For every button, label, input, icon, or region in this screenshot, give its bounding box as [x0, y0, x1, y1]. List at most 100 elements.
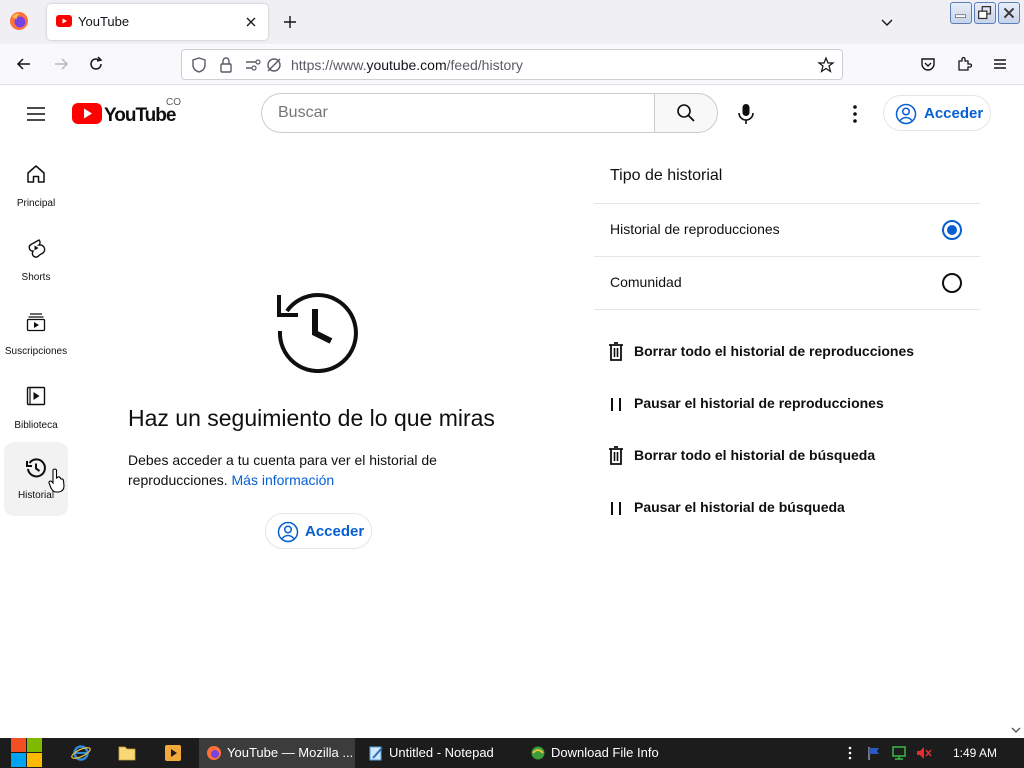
tab-title: YouTube	[78, 14, 130, 29]
start-button[interactable]	[10, 738, 44, 768]
empty-state-description: Debes acceder a tu cuenta para ver el hi…	[128, 450, 458, 490]
subscriptions-icon	[26, 313, 46, 332]
taskbar-item-label: YouTube — Mozilla ...	[227, 745, 354, 760]
tracking-shield-icon[interactable]	[190, 56, 208, 74]
browser-nav-bar: https://www.youtube.com/feed/history	[0, 44, 1024, 85]
forward-icon[interactable]	[52, 55, 70, 73]
lock-icon[interactable]	[217, 56, 235, 74]
media-player-icon[interactable]	[164, 744, 182, 762]
taskbar-item-firefox[interactable]: YouTube — Mozilla ...	[199, 738, 355, 768]
search-input[interactable]	[278, 104, 638, 122]
hand-cursor-icon	[48, 468, 65, 493]
url-path: /feed/history	[446, 57, 523, 73]
history-large-icon	[277, 293, 358, 373]
url-host: youtube.com	[366, 57, 447, 73]
divider	[594, 309, 980, 310]
history-icon	[26, 458, 46, 478]
url-prefix: https://www.	[291, 57, 367, 73]
internet-explorer-icon[interactable]	[71, 744, 91, 762]
more-info-link[interactable]: Más información	[232, 472, 335, 488]
action-label: Pausar el historial de reproducciones	[634, 395, 884, 411]
radio-selected[interactable]	[942, 220, 962, 240]
close-tab-icon[interactable]	[243, 14, 259, 30]
account-icon	[277, 521, 299, 543]
close-window-button[interactable]	[998, 2, 1020, 24]
svg-text:YouTube: YouTube	[104, 105, 176, 126]
option-label: Comunidad	[610, 274, 682, 290]
trash-icon	[609, 446, 623, 465]
guide-item-shorts[interactable]: Shorts	[4, 224, 68, 298]
extensions-icon[interactable]	[955, 55, 973, 73]
empty-state-signin-label: Acceder	[305, 523, 365, 540]
radio-unselected[interactable]	[942, 273, 962, 293]
action-center-flag-icon[interactable]	[866, 745, 882, 761]
search-box[interactable]	[261, 93, 655, 133]
option-watch-history[interactable]: Historial de reproducciones	[594, 204, 980, 256]
option-label: Historial de reproducciones	[610, 221, 780, 237]
windows-taskbar: YouTube — Mozilla ... Untitled - Notepad…	[0, 738, 1024, 768]
minimize-window-button[interactable]	[950, 2, 972, 24]
guide-label: Shorts	[21, 272, 51, 283]
tray-overflow-icon[interactable]	[847, 745, 853, 761]
more-options-icon[interactable]	[845, 103, 865, 125]
taskbar-item-notepad[interactable]: Untitled - Notepad	[361, 738, 517, 768]
action-label: Borrar todo el historial de reproduccion…	[634, 343, 915, 359]
pause-icon	[611, 398, 621, 411]
microphone-icon[interactable]	[736, 103, 756, 125]
app-menu-icon[interactable]	[991, 55, 1009, 73]
permissions-icon[interactable]	[244, 56, 264, 74]
taskbar-clock: 1:49 AM	[953, 746, 998, 760]
pause-icon	[611, 502, 621, 515]
masthead-signin-button[interactable]: Acceder	[883, 95, 991, 131]
address-bar[interactable]: https://www.youtube.com/feed/history	[181, 49, 843, 80]
restore-window-button[interactable]	[974, 2, 996, 24]
youtube-favicon-icon	[56, 15, 72, 27]
search-button[interactable]	[654, 93, 718, 133]
pocket-icon[interactable]	[919, 55, 937, 73]
guide-label: Biblioteca	[14, 420, 58, 431]
home-icon	[27, 165, 45, 183]
empty-state-signin-button[interactable]: Acceder	[265, 513, 372, 549]
search-icon	[677, 104, 695, 122]
panel-title: Tipo de historial	[610, 167, 723, 184]
file-explorer-icon[interactable]	[118, 745, 136, 761]
bookmark-star-icon[interactable]	[817, 56, 835, 74]
guide-menu-icon[interactable]	[26, 104, 46, 124]
notepad-icon	[369, 746, 383, 761]
clear-watch-history-button[interactable]: Borrar todo el historial de reproduccion…	[608, 340, 978, 364]
masthead-signin-label: Acceder	[924, 105, 984, 122]
list-all-tabs-icon[interactable]	[879, 14, 895, 30]
url-text: https://www.youtube.com/feed/history	[291, 57, 523, 73]
clear-search-history-button[interactable]: Borrar todo el historial de búsqueda	[608, 444, 978, 468]
browser-tab-youtube[interactable]: YouTube	[47, 4, 268, 40]
network-icon[interactable]	[891, 745, 907, 761]
action-label: Borrar todo el historial de búsqueda	[634, 447, 876, 463]
volume-muted-icon[interactable]	[915, 745, 933, 761]
close-icon	[1003, 7, 1015, 19]
library-icon	[26, 386, 46, 406]
shorts-icon	[28, 239, 46, 258]
pause-search-history-button[interactable]: Pausar el historial de búsqueda	[608, 496, 978, 520]
youtube-masthead: YouTube CO Acceder	[0, 86, 1010, 142]
guide-item-principal[interactable]: Principal	[4, 150, 68, 224]
firefox-menu-icon[interactable]	[9, 11, 29, 31]
action-label: Pausar el historial de búsqueda	[634, 499, 845, 515]
download-file-info-icon	[531, 746, 545, 760]
option-community[interactable]: Comunidad	[594, 257, 980, 309]
taskbar-item-label: Download File Info	[551, 745, 659, 760]
reload-icon[interactable]	[87, 55, 105, 73]
scroll-down-icon[interactable]	[1010, 724, 1022, 736]
autoplay-blocked-icon[interactable]	[265, 56, 283, 74]
guide-item-suscripciones[interactable]: Suscripciones	[4, 298, 68, 372]
back-icon[interactable]	[15, 55, 33, 73]
taskbar-item-download-file-info[interactable]: Download File Info	[523, 738, 679, 768]
pause-watch-history-button[interactable]: Pausar el historial de reproducciones	[608, 392, 978, 416]
browser-tab-strip: YouTube	[0, 0, 1024, 44]
guide-item-biblioteca[interactable]: Biblioteca	[4, 372, 68, 446]
country-code: CO	[166, 97, 181, 108]
account-icon	[895, 103, 917, 125]
new-tab-icon[interactable]	[281, 13, 299, 31]
guide-label: Principal	[16, 198, 56, 209]
empty-state-title: Haz un seguimiento de lo que miras	[128, 405, 495, 431]
guide-label: Suscripciones	[4, 346, 68, 357]
